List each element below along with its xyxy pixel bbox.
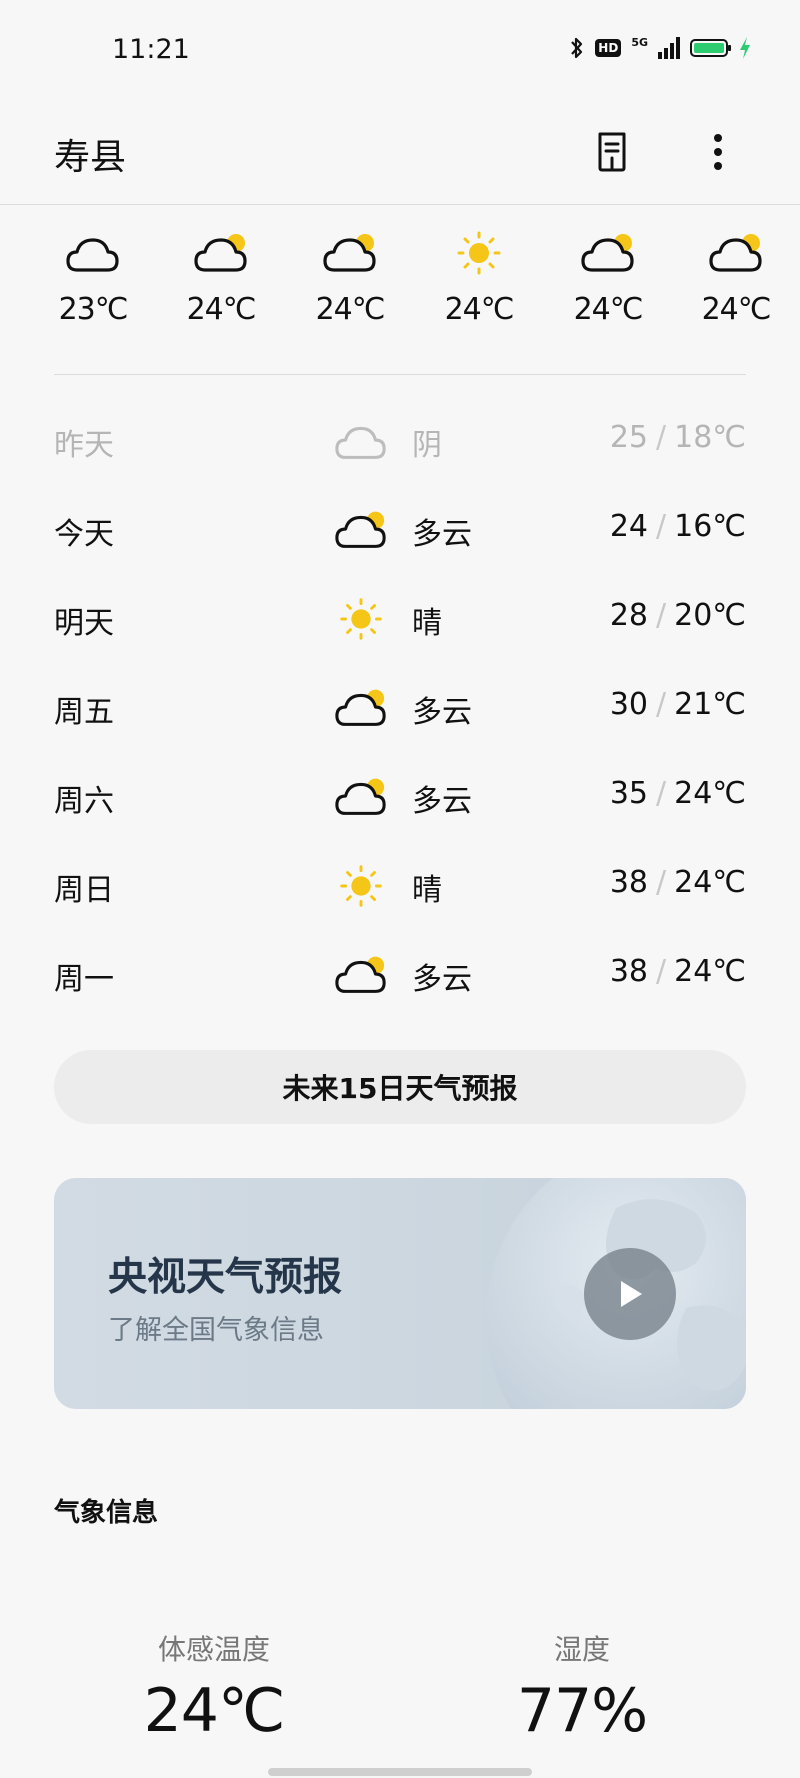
sunny-icon xyxy=(457,231,501,275)
forecast-15-day-button[interactable]: 未来15日天气预报 xyxy=(54,1050,746,1124)
home-indicator[interactable] xyxy=(268,1768,532,1776)
day-name: 周六 xyxy=(54,784,114,819)
city-name: 寿县 xyxy=(54,137,127,178)
cloudy-icon xyxy=(335,426,386,459)
status-time: 11:21 xyxy=(112,34,190,65)
play-icon xyxy=(621,1281,642,1307)
hd-badge: HD xyxy=(595,39,622,57)
hour-temp: 23℃ xyxy=(58,292,129,327)
day-temp: 38/24℃ xyxy=(609,865,746,900)
day-name: 明天 xyxy=(54,606,114,641)
day-temp: 28/20℃ xyxy=(609,598,746,633)
hour-item: 24℃ xyxy=(424,230,534,327)
partly-cloudy-icon xyxy=(581,234,634,272)
day-temp: 30/21℃ xyxy=(609,687,746,722)
hour-temp: 24℃ xyxy=(186,292,257,327)
bluetooth-icon xyxy=(571,37,583,59)
day-condition: 多云 xyxy=(412,784,472,819)
day-name: 周一 xyxy=(54,962,114,997)
day-condition: 晴 xyxy=(412,606,442,641)
daily-forecast: 昨天 阴 25/18℃ 今天 多云 24/16℃ 明天 晴 28/20℃ 周五 … xyxy=(54,398,746,1021)
metric-value: 24℃ xyxy=(143,1676,286,1746)
day-condition: 多云 xyxy=(412,517,472,552)
day-row-tomorrow[interactable]: 明天 晴 28/20℃ xyxy=(54,576,746,665)
day-row-saturday[interactable]: 周六 多云 35/24℃ xyxy=(54,754,746,843)
signal-icon xyxy=(658,37,680,59)
day-temp: 38/24℃ xyxy=(609,954,746,989)
more-vertical-icon xyxy=(714,134,722,170)
network-type: 5G xyxy=(631,35,648,49)
more-options-button[interactable] xyxy=(690,124,746,180)
cctv-weather-card[interactable]: 央视天气预报 了解全国气象信息 xyxy=(54,1178,746,1409)
hour-item: 24℃ xyxy=(553,230,663,327)
partly-cloudy-icon xyxy=(335,511,386,548)
day-temp: 35/24℃ xyxy=(609,776,746,811)
city-list-button[interactable] xyxy=(584,124,640,180)
hour-item: 23℃ xyxy=(38,230,148,327)
day-name: 周五 xyxy=(54,695,114,730)
hour-item: 24℃ xyxy=(166,230,276,327)
hour-temp: 24℃ xyxy=(573,292,644,327)
day-row-friday[interactable]: 周五 多云 30/21℃ xyxy=(54,665,746,754)
day-condition: 多云 xyxy=(412,695,472,730)
day-condition: 多云 xyxy=(412,962,472,997)
day-name: 今天 xyxy=(54,517,114,552)
partly-cloudy-icon xyxy=(335,689,386,726)
metric-feels-like: 体感温度 24℃ xyxy=(84,1628,344,1746)
section-title: 气象信息 xyxy=(54,1498,159,1528)
day-name: 昨天 xyxy=(54,428,114,463)
day-row-monday[interactable]: 周一 多云 38/24℃ xyxy=(54,932,746,1021)
day-condition: 阴 xyxy=(412,428,442,463)
day-temp: 25/18℃ xyxy=(609,420,746,455)
app-header: 寿县 xyxy=(0,100,800,205)
hour-temp: 24℃ xyxy=(315,292,386,327)
partly-cloudy-icon xyxy=(323,234,376,272)
partly-cloudy-icon xyxy=(335,956,386,993)
sunny-icon xyxy=(340,865,382,907)
sunny-icon xyxy=(340,598,382,640)
hour-item: 24℃ xyxy=(295,230,405,327)
charging-icon xyxy=(740,37,750,59)
partly-cloudy-icon xyxy=(709,234,762,272)
day-condition: 晴 xyxy=(412,873,442,908)
hour-temp: 24℃ xyxy=(701,292,772,327)
divider xyxy=(54,374,746,375)
hour-item: 24℃ xyxy=(681,230,791,327)
day-row-sunday[interactable]: 周日 晴 38/24℃ xyxy=(54,843,746,932)
metric-value: 77% xyxy=(516,1676,648,1746)
partly-cloudy-icon xyxy=(194,234,247,272)
day-name: 周日 xyxy=(54,873,114,908)
hourly-forecast[interactable]: 23℃ 24℃ 24℃ 24℃ 24℃ 24℃ xyxy=(0,230,800,340)
status-bar: 11:21 HD 5G xyxy=(0,0,800,100)
status-icons: HD 5G xyxy=(569,36,752,60)
cloudy-icon xyxy=(66,238,119,272)
cctv-card-subtitle: 了解全国气象信息 xyxy=(108,1315,324,1346)
partly-cloudy-icon xyxy=(335,778,386,815)
battery-icon xyxy=(690,39,731,57)
day-temp: 24/16℃ xyxy=(609,509,746,544)
metric-humidity: 湿度 77% xyxy=(452,1628,712,1746)
metric-label: 湿度 xyxy=(553,1633,610,1666)
play-button[interactable] xyxy=(584,1248,676,1340)
cctv-card-title: 央视天气预报 xyxy=(108,1255,343,1300)
day-row-yesterday[interactable]: 昨天 阴 25/18℃ xyxy=(54,398,746,487)
document-icon xyxy=(598,132,626,172)
day-row-today[interactable]: 今天 多云 24/16℃ xyxy=(54,487,746,576)
metric-label: 体感温度 xyxy=(157,1633,270,1666)
hour-temp: 24℃ xyxy=(444,292,515,327)
